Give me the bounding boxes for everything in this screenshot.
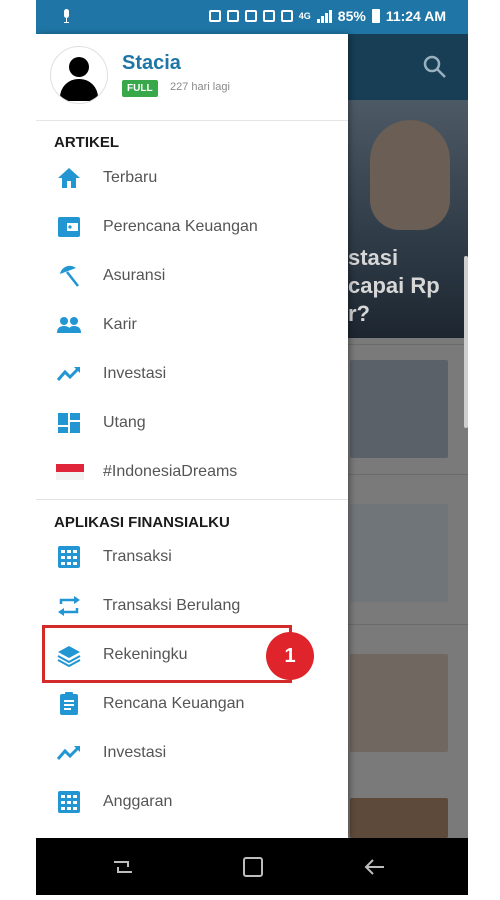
hero-person-image [370,120,450,230]
background-article-thumbnail[interactable] [350,360,448,458]
avatar-body [60,79,98,101]
scrollbar[interactable] [464,256,468,428]
dashboard-icon [58,413,80,433]
menu-item-transaksi[interactable]: Transaksi [36,533,348,581]
menu-item-label: Terbaru [103,169,158,186]
menu-item-rencana-keuangan[interactable]: Rencana Keuangan [36,680,348,728]
menu-item-perencana-keuangan[interactable]: Perencana Keuangan [36,203,348,251]
section-divider [36,499,348,500]
background-article-thumbnail[interactable] [350,654,448,752]
background-divider [336,624,468,625]
status-bar: 4G 85% 11:24 AM [36,0,468,34]
plan-remaining-days: 227 hari lagi [170,81,230,93]
navigation-drawer: Stacia FULL 227 hari lagi ARTIKEL Terbar… [36,34,348,838]
menu-item-investasi-app[interactable]: Investasi [36,729,348,777]
menu-item-label: Asuransi [103,267,166,284]
clock: 11:24 AM [385,8,446,24]
highlight-box [42,625,292,683]
menu-item-transaksi-berulang[interactable]: Transaksi Berulang [36,582,348,630]
avatar-head [69,57,89,77]
background-divider [336,344,468,345]
home-icon [58,168,80,188]
umbrella-icon [60,265,79,287]
mute-icon [226,10,239,22]
search-icon[interactable] [422,54,448,80]
menu-item-label: Utang [103,414,146,431]
status-icons: 4G 85% 11:24 AM [208,8,446,24]
menu-item-label: Transaksi [103,548,172,565]
menu-item-investasi[interactable]: Investasi [36,350,348,398]
plan-badge: FULL [122,80,158,97]
menu-item-label: Perencana Keuangan [103,218,258,235]
indonesia-flag-icon [56,464,84,480]
background-hero-title: stasi capai Rp r? [348,245,440,326]
user-name: Stacia [122,52,181,74]
calculator-icon [58,546,80,568]
profile-header[interactable]: Stacia FULL 227 hari lagi [36,34,348,121]
phone-screen: 4G 85% 11:24 AM stasi capai Rp r? Stacia… [36,0,468,895]
menu-item-asuransi[interactable]: Asuransi [36,252,348,300]
navigation-bar [36,838,468,895]
microphone-icon [64,9,69,23]
background-divider [336,474,468,475]
background-article-thumbnail[interactable] [350,504,448,602]
repeat-icon [58,596,80,616]
menu-item-anggaran[interactable]: Anggaran [36,778,348,826]
section-title-aplikasi-finansialku: APLIKASI FINANSIALKU [54,514,230,531]
calculator-icon [58,791,80,813]
signal-icon [316,9,332,23]
people-icon [57,317,81,333]
network-type: 4G [298,11,311,21]
menu-item-indonesiadreams[interactable]: #IndonesiaDreams [36,448,348,496]
alarm-icon [244,10,257,22]
avatar[interactable] [50,46,108,104]
wallet-icon [58,217,80,237]
menu-item-terbaru[interactable]: Terbaru [36,154,348,202]
menu-item-utang[interactable]: Utang [36,399,348,447]
gallery-icon [280,10,293,22]
trending-up-icon [56,745,81,760]
back-icon[interactable] [358,850,392,884]
menu-item-label: Anggaran [103,793,173,810]
battery-percent: 85% [337,8,366,24]
step-number-badge: 1 [266,632,314,680]
trending-up-icon [56,366,81,381]
nfc-icon [208,10,221,22]
menu-item-label: Investasi [103,365,167,382]
menu-item-label: Transaksi Berulang [103,597,241,614]
menu-item-karir[interactable]: Karir [36,301,348,349]
section-title-artikel: ARTIKEL [54,134,119,151]
clipboard-icon [60,692,78,715]
battery-icon [371,9,380,23]
app-notification-icon [262,10,275,22]
menu-item-label: Karir [103,316,137,333]
recent-apps-icon[interactable] [106,850,140,884]
menu-item-label: #IndonesiaDreams [103,463,238,480]
menu-item-label: Investasi [103,744,167,761]
menu-item-label: Rencana Keuangan [103,695,245,712]
background-article-thumbnail[interactable] [350,798,448,838]
home-button-icon[interactable] [236,850,270,884]
